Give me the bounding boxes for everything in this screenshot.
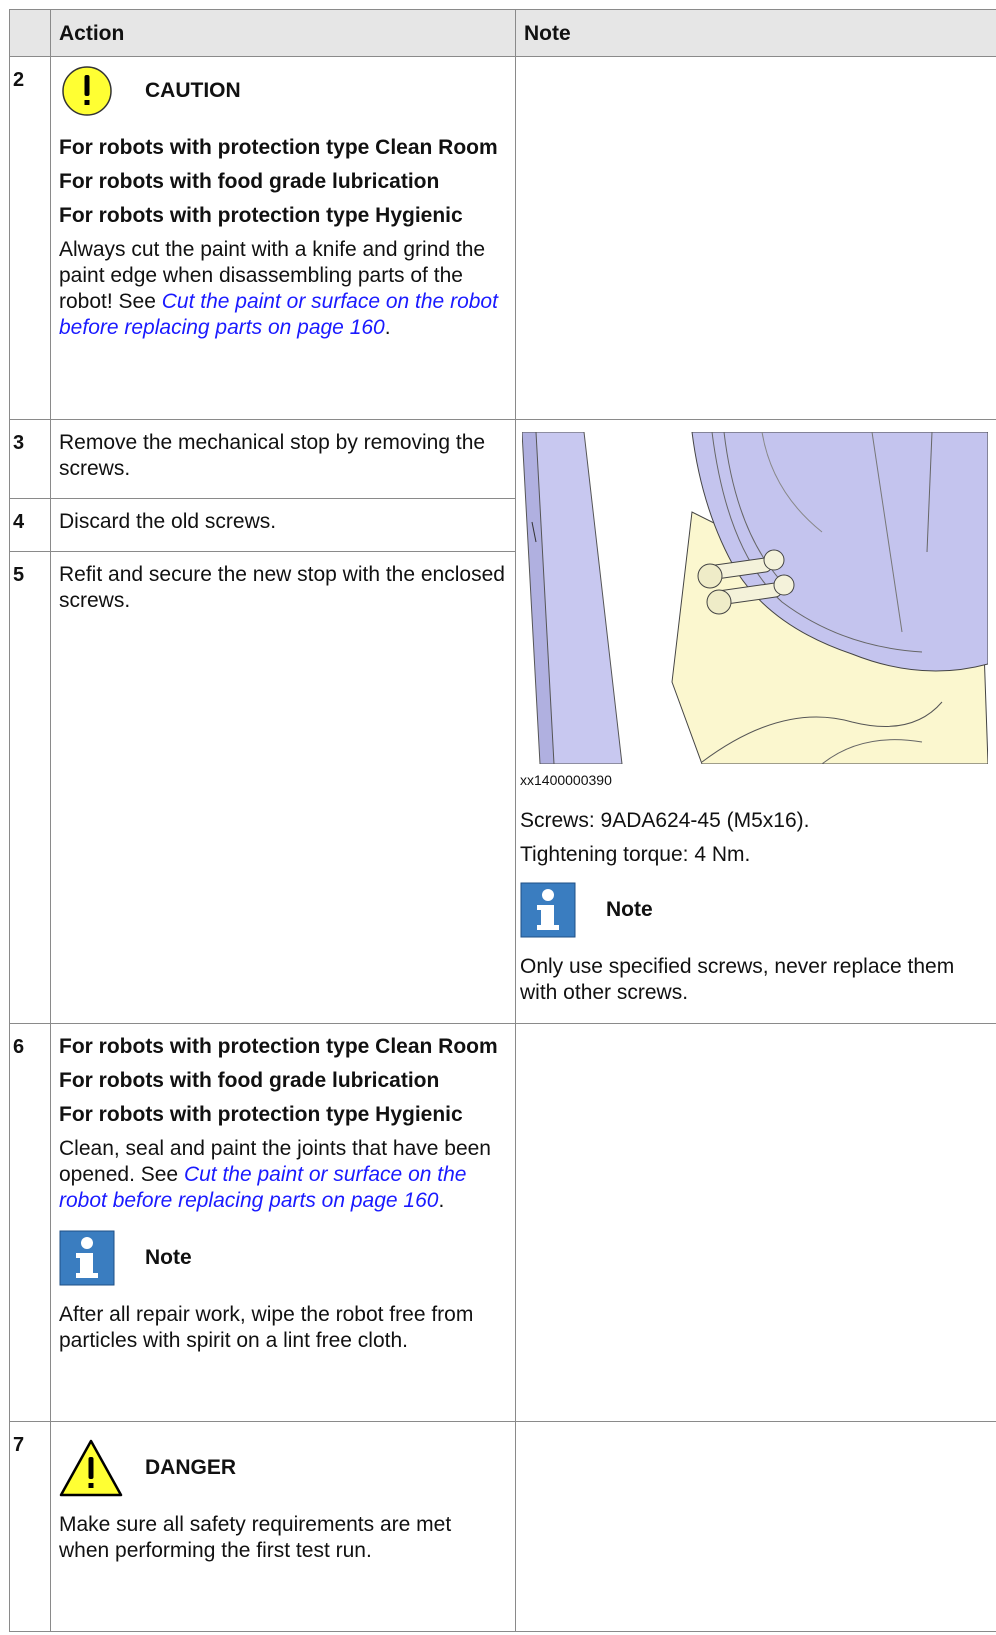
note-callout: Note: [59, 1226, 507, 1290]
procedure-table: Action Note 2 CAUTION For robots with pr…: [9, 9, 996, 1632]
step-text: Discard the old screws.: [59, 510, 277, 533]
note-text: Only use specified screws, never replace…: [520, 955, 955, 1004]
food-grade-lubrication: For robots with food grade lubrication: [59, 1069, 440, 1092]
step-number: 7: [9, 1421, 51, 1632]
protection-clean-room: For robots with protection type Clean Ro…: [59, 1035, 498, 1058]
caution-body: Always cut the paint with a knife and gr…: [59, 238, 498, 339]
header-number-cell: [9, 9, 51, 57]
procedure-document: Action Note 2 CAUTION For robots with pr…: [9, 9, 996, 1632]
figure-id: xx1400000390: [520, 772, 612, 788]
information-icon: [520, 882, 584, 938]
action-cell: DANGER Make sure all safety requirements…: [50, 1421, 516, 1632]
note-cell-figure: xx1400000390 Screws: 9ADA624-45 (M5x16).…: [515, 419, 996, 1024]
clean-seal-body: Clean, seal and paint the joints that ha…: [59, 1137, 491, 1212]
table-row: 7 DANGER Make sure all safety requiremen…: [9, 1421, 996, 1632]
note-cell: [515, 1023, 996, 1422]
caution-callout: CAUTION: [59, 59, 507, 123]
caution-exclamation-icon: [59, 63, 123, 119]
step-text: Remove the mechanical stop by removing t…: [59, 431, 486, 480]
information-icon: [59, 1230, 123, 1286]
step-number: 6: [9, 1023, 51, 1422]
table-row: 6 For robots with protection type Clean …: [9, 1023, 996, 1422]
mechanical-stop-illustration: [522, 432, 988, 764]
protection-hygienic: For robots with protection type Hygienic: [59, 1103, 463, 1126]
action-cell: Refit and secure the new stop with the e…: [50, 551, 516, 1024]
step-number: 3: [9, 419, 51, 499]
header-action: Action: [50, 9, 516, 57]
note-callout: Note: [520, 878, 992, 942]
header-note: Note: [515, 9, 996, 57]
caution-title: CAUTION: [145, 79, 241, 102]
note-cell: [515, 1421, 996, 1632]
danger-text: Make sure all safety requirements are me…: [59, 1513, 452, 1562]
step-number: 2: [9, 56, 51, 420]
danger-callout: DANGER: [59, 1436, 507, 1500]
tightening-torque: Tightening torque: 4 Nm.: [520, 843, 751, 866]
warning-triangle-icon: [59, 1439, 123, 1497]
note-cell: [515, 56, 996, 420]
protection-hygienic: For robots with protection type Hygienic: [59, 204, 463, 227]
action-cell: For robots with protection type Clean Ro…: [50, 1023, 516, 1422]
action-cell: Discard the old screws.: [50, 498, 516, 552]
note-title: Note: [606, 898, 653, 921]
step-number: 4: [9, 498, 51, 552]
food-grade-lubrication: For robots with food grade lubrication: [59, 170, 440, 193]
table-header-row: Action Note: [9, 9, 996, 57]
note-text: After all repair work, wipe the robot fr…: [59, 1303, 474, 1352]
action-cell: Remove the mechanical stop by removing t…: [50, 419, 516, 499]
action-cell: CAUTION For robots with protection type …: [50, 56, 516, 420]
step-number: 5: [9, 551, 51, 1024]
table-row: 3 Remove the mechanical stop by removing…: [9, 419, 996, 1024]
protection-clean-room: For robots with protection type Clean Ro…: [59, 136, 498, 159]
danger-title: DANGER: [145, 1456, 237, 1479]
note-title: Note: [145, 1246, 192, 1269]
step-text: Refit and secure the new stop with the e…: [59, 563, 505, 612]
screws-spec: Screws: 9ADA624-45 (M5x16).: [520, 809, 810, 832]
table-row: 2 CAUTION For robots with protection typ…: [9, 56, 996, 420]
